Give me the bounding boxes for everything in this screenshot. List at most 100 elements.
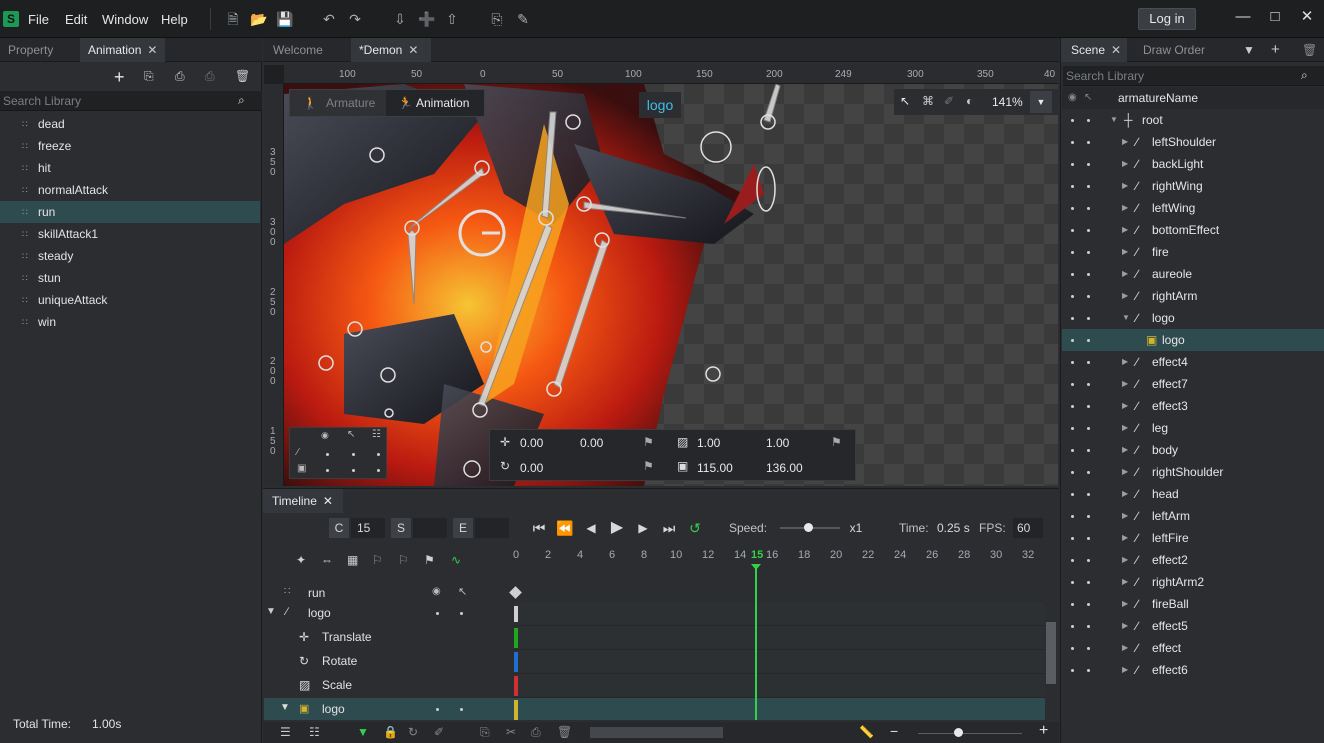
tree-row-leg[interactable]: ▶ ∕ leg: [1062, 417, 1324, 439]
timeline-scrollbar-thumb[interactable]: [1046, 622, 1056, 684]
timeline-zoom-handle[interactable]: [954, 728, 963, 737]
e-field[interactable]: [475, 518, 509, 538]
animation-item-skillAttack1[interactable]: ∷ skillAttack1: [0, 223, 260, 245]
expand-caret-icon[interactable]: ▶: [1122, 615, 1128, 637]
expand-caret-icon[interactable]: ▶: [1122, 637, 1128, 659]
curve-grid-icon[interactable]: ▦: [347, 553, 358, 567]
tree-row-aureole[interactable]: ▶ ∕ aureole: [1062, 263, 1324, 285]
expand-caret-icon[interactable]: ▶: [1122, 263, 1128, 285]
import-icon[interactable]: ⇩: [392, 11, 408, 27]
scale-y-field[interactable]: 1.00: [766, 433, 820, 453]
expand-caret-icon[interactable]: ▼: [280, 702, 290, 713]
filter-icon[interactable]: ▼: [1243, 43, 1255, 57]
tree-row-rightWing[interactable]: ▶ ∕ rightWing: [1062, 175, 1324, 197]
canvas-viewport[interactable]: Armature 🚶 Animation 🏃 logo ↖ ⌘ ✐ ◐ 141%…: [284, 84, 1058, 486]
animation-search-input[interactable]: Search Library: [0, 91, 262, 111]
minimize-icon[interactable]: —: [1230, 6, 1256, 28]
tree-row-effect3[interactable]: ▶ ∕ effect3: [1062, 395, 1324, 417]
e-button[interactable]: E: [453, 518, 473, 538]
height-field[interactable]: 136.00: [766, 458, 820, 478]
bone-tool-icon[interactable]: ✐: [434, 725, 444, 739]
add-animation-icon[interactable]: +: [114, 68, 125, 86]
filter-icon[interactable]: ▼: [357, 725, 369, 739]
paste-icon[interactable]: ⎙: [531, 725, 541, 740]
scale-key-flag-icon[interactable]: ⚑: [831, 435, 842, 449]
tree-row-logo[interactable]: ▼ ∕ logo: [1062, 307, 1324, 329]
login-button[interactable]: Log in: [1138, 8, 1196, 30]
list-icon[interactable]: ☰: [280, 725, 291, 739]
translate-key-flag-icon[interactable]: ⚑: [643, 435, 654, 449]
menu-help[interactable]: Help: [161, 12, 188, 27]
last-frame-icon[interactable]: ⏭: [659, 518, 679, 538]
menu-file[interactable]: File: [28, 12, 49, 27]
import-animation-icon[interactable]: ⎙: [175, 69, 185, 84]
edit-icon[interactable]: ✎: [515, 11, 531, 27]
add-folder-icon[interactable]: ➕: [418, 11, 435, 27]
timeline-h-scrollbar[interactable]: [590, 727, 723, 738]
tree-row-root[interactable]: ▼ ┼ root: [1062, 109, 1324, 131]
animation-item-uniqueAttack[interactable]: ∷ uniqueAttack: [0, 289, 260, 311]
expand-caret-icon[interactable]: ▶: [1122, 197, 1128, 219]
scene-search-input[interactable]: Search Library: [1063, 66, 1324, 86]
tree-row-fireBall[interactable]: ▶ ∕ fireBall: [1062, 593, 1324, 615]
keyframe-translate[interactable]: [514, 628, 518, 648]
animation-item-stun[interactable]: ∷ stun: [0, 267, 260, 289]
expand-caret-icon[interactable]: ▶: [1122, 395, 1128, 417]
menu-window[interactable]: Window: [102, 12, 148, 27]
expand-caret-icon[interactable]: ▶: [1122, 175, 1128, 197]
scale-x-field[interactable]: 1.00: [697, 433, 751, 453]
close-window-icon[interactable]: ✕: [1294, 6, 1320, 28]
zoom-out-icon[interactable]: −: [890, 723, 898, 739]
track-logo[interactable]: [515, 602, 1045, 626]
tab-scene[interactable]: Scene ✕: [1061, 38, 1127, 62]
rotate-key-flag-icon[interactable]: ⚑: [643, 459, 654, 473]
tree-row-effect2[interactable]: ▶ ∕ effect2: [1062, 549, 1324, 571]
track-scale[interactable]: [515, 674, 1045, 698]
expand-caret-icon[interactable]: ▶: [1122, 373, 1128, 395]
delete-icon[interactable]: 🗑: [1302, 43, 1317, 57]
undo-icon[interactable]: ↶: [321, 11, 337, 27]
tree-row-head[interactable]: ▶ ∕ head: [1062, 483, 1324, 505]
close-icon[interactable]: ✕: [1111, 43, 1121, 57]
menu-edit[interactable]: Edit: [65, 12, 87, 27]
keyframe-scale[interactable]: [514, 676, 518, 696]
collapse-caret-icon[interactable]: ▼: [1122, 307, 1130, 329]
timeline-row-logo-image[interactable]: [264, 698, 1046, 720]
key-flag-icon[interactable]: ⚑: [424, 553, 435, 567]
animation-item-run[interactable]: ∷ run: [0, 201, 260, 223]
tree-row-bottomEffect[interactable]: ▶ ∕ bottomEffect: [1062, 219, 1324, 241]
timeline-row-logo-bone[interactable]: [264, 602, 515, 626]
key-left-icon[interactable]: ⚐: [372, 553, 383, 567]
eye-icon[interactable]: ◉: [432, 586, 441, 597]
animation-item-freeze[interactable]: ∷ freeze: [0, 135, 260, 157]
translate-y-field[interactable]: 0.00: [580, 433, 634, 453]
next-frame-icon[interactable]: ▶: [633, 518, 653, 538]
c-button[interactable]: C: [329, 518, 349, 538]
play-icon[interactable]: ▶: [606, 518, 628, 538]
copy-key-icon[interactable]: ⎘: [480, 725, 490, 740]
s-field[interactable]: [413, 518, 447, 538]
view-mode-icon[interactable]: ◐: [966, 94, 973, 108]
expand-caret-icon[interactable]: ▶: [1122, 285, 1128, 307]
expand-caret-icon[interactable]: ▶: [1122, 241, 1128, 263]
expand-caret-icon[interactable]: ▶: [1122, 439, 1128, 461]
tree-row-effect4[interactable]: ▶ ∕ effect4: [1062, 351, 1324, 373]
tab-draw-order[interactable]: Draw Order: [1135, 38, 1213, 62]
speed-slider-handle[interactable]: [804, 523, 813, 532]
cut-icon[interactable]: ✂: [506, 725, 516, 739]
expand-caret-icon[interactable]: ▶: [1122, 351, 1128, 373]
transform-tool-icon[interactable]: ⌘: [922, 94, 934, 108]
redo-icon[interactable]: ↷: [347, 11, 363, 27]
export-animation-icon[interactable]: ⎙: [205, 69, 215, 84]
tree-row-leftWing[interactable]: ▶ ∕ leftWing: [1062, 197, 1324, 219]
zoom-in-icon[interactable]: +: [1039, 722, 1048, 740]
outline-icon[interactable]: ☷: [309, 725, 320, 739]
animation-item-normalAttack[interactable]: ∷ normalAttack: [0, 179, 260, 201]
tree-row-effect6[interactable]: ▶ ∕ effect6: [1062, 659, 1324, 681]
tree-header-row[interactable]: ◉ ↖ armatureName: [1062, 87, 1324, 109]
lock-icon[interactable]: 🔒: [383, 725, 398, 739]
keyframe-image[interactable]: [514, 700, 518, 720]
tree-row-fire[interactable]: ▶ ∕ fire: [1062, 241, 1324, 263]
tab-demon[interactable]: *Demon ✕: [351, 38, 431, 62]
tree-row-leftFire[interactable]: ▶ ∕ leftFire: [1062, 527, 1324, 549]
